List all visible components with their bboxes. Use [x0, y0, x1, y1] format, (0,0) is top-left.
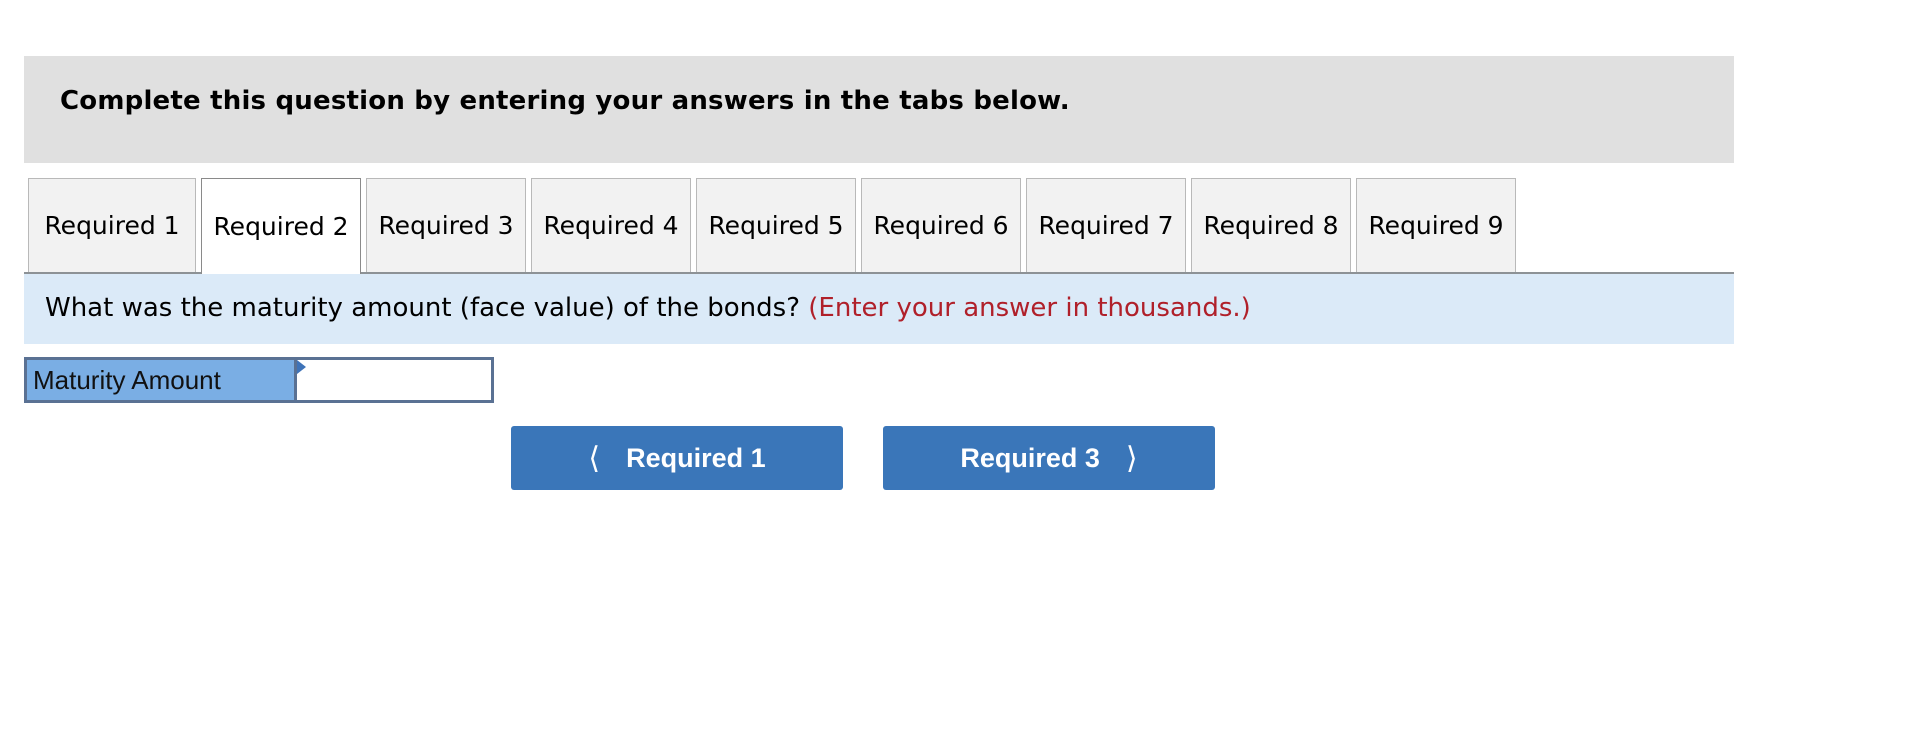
maturity-amount-input[interactable]	[297, 360, 491, 400]
tab-required-9[interactable]: Required 9	[1356, 178, 1516, 272]
chevron-left-icon: ⟨	[588, 441, 601, 475]
tab-required-2[interactable]: Required 2	[201, 178, 361, 274]
maturity-amount-label: Maturity Amount	[27, 360, 297, 400]
tab-required-1[interactable]: Required 1	[28, 178, 196, 272]
prev-required-label: Required 1	[626, 442, 766, 473]
tab-required-3[interactable]: Required 3	[366, 178, 526, 272]
tab-required-6[interactable]: Required 6	[861, 178, 1021, 272]
tab-required-7[interactable]: Required 7	[1026, 178, 1186, 272]
prev-required-button[interactable]: ⟨ Required 1	[511, 426, 843, 490]
answer-row: Maturity Amount	[24, 357, 494, 403]
tab-required-5[interactable]: Required 5	[696, 178, 856, 272]
question-text-wrap: What was the maturity amount (face value…	[45, 293, 1251, 323]
next-required-label: Required 3	[960, 442, 1100, 473]
question-text: What was the maturity amount (face value…	[45, 293, 801, 323]
instruction-banner: Complete this question by entering your …	[24, 56, 1734, 163]
chevron-right-icon: ⟩	[1125, 441, 1138, 475]
tab-required-4[interactable]: Required 4	[531, 178, 691, 272]
instruction-text: Complete this question by entering your …	[60, 86, 1070, 116]
input-flag-icon	[297, 360, 306, 374]
question-note: (Enter your answer in thousands.)	[808, 293, 1251, 323]
tab-bar: Required 1 Required 2 Required 3 Require…	[28, 178, 1521, 274]
tab-required-8[interactable]: Required 8	[1191, 178, 1351, 272]
next-required-button[interactable]: Required 3 ⟩	[883, 426, 1215, 490]
maturity-amount-cell[interactable]	[297, 360, 491, 400]
question-band: What was the maturity amount (face value…	[24, 274, 1734, 344]
